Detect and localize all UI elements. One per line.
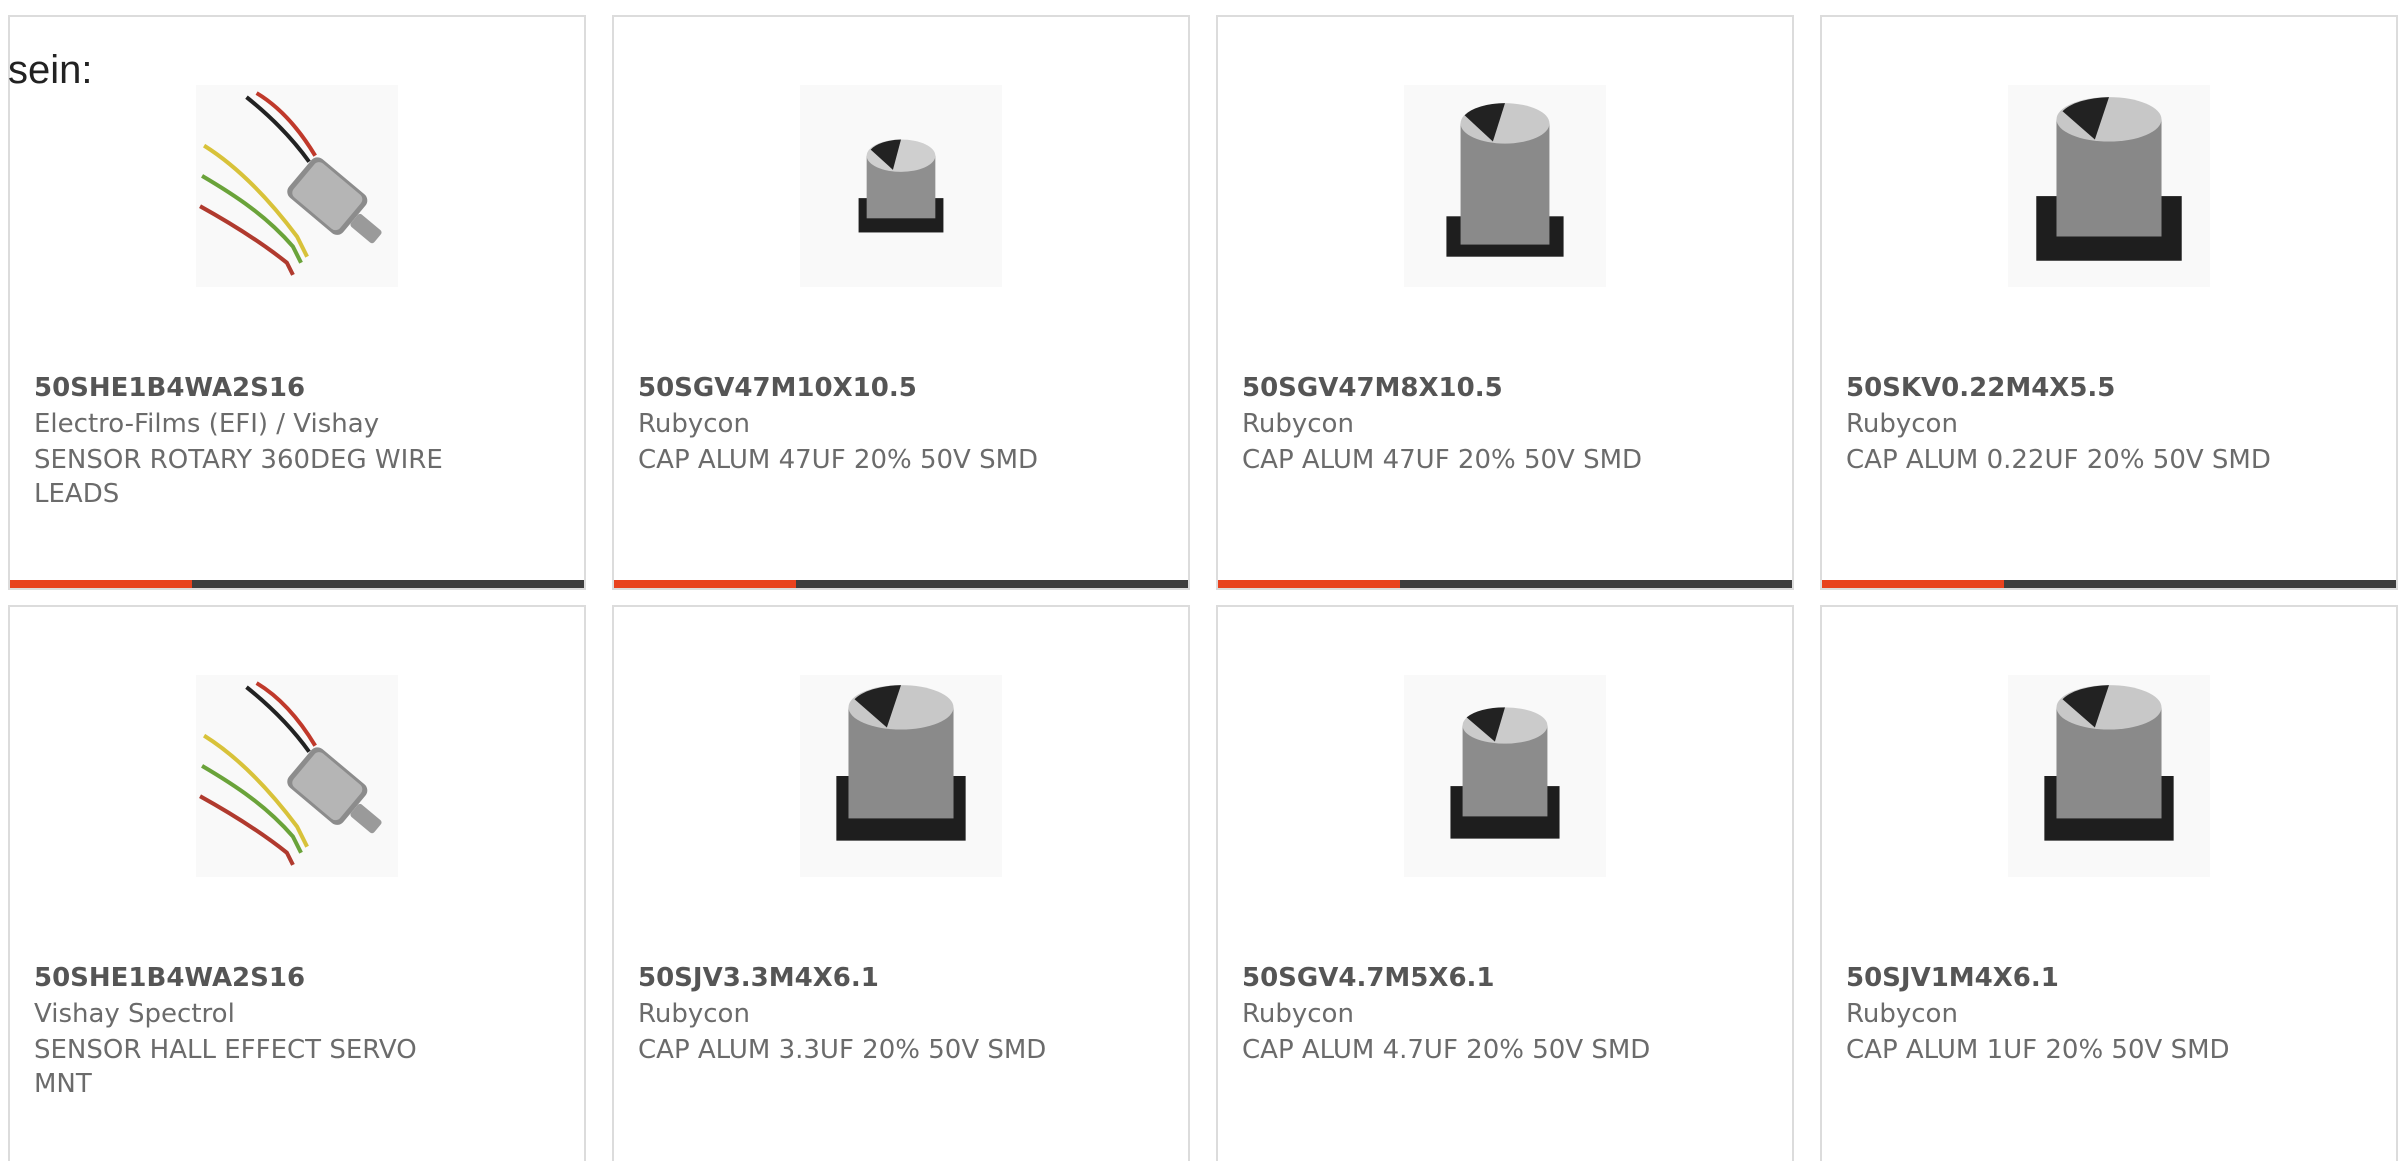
product-card[interactable]: 50SGV4.7M5X6.1 Rubycon CAP ALUM 4.7UF 20… — [1216, 605, 1794, 1161]
description: SENSOR ROTARY 360DEG WIRE LEADS — [34, 445, 443, 509]
card-bar — [1218, 580, 1792, 588]
manufacturer: Vishay Spectrol — [34, 999, 235, 1029]
card-bar-accent — [10, 580, 192, 588]
card-bar — [1822, 580, 2396, 588]
capacitor-image[interactable] — [1404, 85, 1606, 287]
part-number[interactable]: 50SJV1M4X6.1 — [1846, 963, 2059, 993]
manufacturer: Electro-Films (EFI) / Vishay — [34, 409, 380, 439]
manufacturer: Rubycon — [1846, 409, 1958, 439]
description: CAP ALUM 0.22UF 20% 50V SMD — [1846, 445, 2271, 475]
manufacturer: Rubycon — [1846, 999, 1958, 1029]
product-card[interactable]: 50SGV47M8X10.5 Rubycon CAP ALUM 47UF 20%… — [1216, 15, 1794, 590]
rotary-sensor-image[interactable] — [196, 85, 398, 287]
product-card[interactable]: 50SHE1B4WA2S16 Electro-Films (EFI) / Vis… — [8, 15, 586, 590]
part-number[interactable]: 50SGV47M8X10.5 — [1242, 373, 1503, 403]
description: CAP ALUM 47UF 20% 50V SMD — [1242, 445, 1643, 475]
product-grid-page: sein: 50SHE1B4WA2S16 Electro-Films (EFI)… — [0, 0, 2400, 1161]
intro-text: sein: — [8, 48, 93, 92]
part-number[interactable]: 50SJV3.3M4X6.1 — [638, 963, 879, 993]
description: CAP ALUM 1UF 20% 50V SMD — [1846, 1035, 2230, 1065]
capacitor-image[interactable] — [800, 85, 1002, 287]
part-number[interactable]: 50SGV4.7M5X6.1 — [1242, 963, 1495, 993]
description: CAP ALUM 4.7UF 20% 50V SMD — [1242, 1035, 1651, 1065]
product-card[interactable]: 50SKV0.22M4X5.5 Rubycon CAP ALUM 0.22UF … — [1820, 15, 2398, 590]
manufacturer: Rubycon — [638, 409, 750, 439]
part-number[interactable]: 50SGV47M10X10.5 — [638, 373, 917, 403]
product-card[interactable]: 50SHE1B4WA2S16 Vishay Spectrol SENSOR HA… — [8, 605, 586, 1161]
manufacturer: Rubycon — [1242, 409, 1354, 439]
rotary-sensor-image[interactable] — [196, 675, 398, 877]
manufacturer: Rubycon — [638, 999, 750, 1029]
product-card[interactable]: 50SJV3.3M4X6.1 Rubycon CAP ALUM 3.3UF 20… — [612, 605, 1190, 1161]
description: CAP ALUM 47UF 20% 50V SMD — [638, 445, 1039, 475]
part-number[interactable]: 50SHE1B4WA2S16 — [34, 373, 305, 403]
card-bar-accent — [614, 580, 796, 588]
card-bar-accent — [1218, 580, 1400, 588]
card-bar-accent — [1822, 580, 2004, 588]
product-card[interactable]: 50SGV47M10X10.5 Rubycon CAP ALUM 47UF 20… — [612, 15, 1190, 590]
card-bar — [10, 580, 584, 588]
part-number[interactable]: 50SHE1B4WA2S16 — [34, 963, 305, 993]
capacitor-image[interactable] — [800, 675, 1002, 877]
capacitor-image[interactable] — [2008, 675, 2210, 877]
description: SENSOR HALL EFFECT SERVO MNT — [34, 1035, 417, 1099]
part-number[interactable]: 50SKV0.22M4X5.5 — [1846, 373, 2115, 403]
manufacturer: Rubycon — [1242, 999, 1354, 1029]
description: CAP ALUM 3.3UF 20% 50V SMD — [638, 1035, 1047, 1065]
capacitor-image[interactable] — [1404, 675, 1606, 877]
card-bar — [614, 580, 1188, 588]
product-card[interactable]: 50SJV1M4X6.1 Rubycon CAP ALUM 1UF 20% 50… — [1820, 605, 2398, 1161]
capacitor-image[interactable] — [2008, 85, 2210, 287]
